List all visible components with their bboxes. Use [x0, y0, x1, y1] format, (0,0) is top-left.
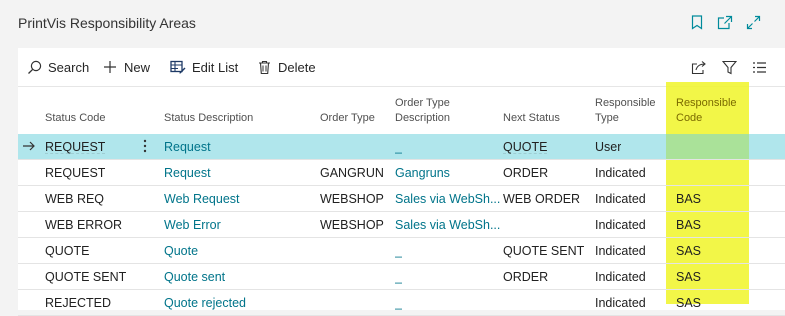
header-row: Status Code Status Description Order Typ… — [18, 86, 785, 134]
status-code-cell[interactable]: WEB REQ — [45, 192, 104, 206]
responsible-type-cell: Indicated — [595, 192, 646, 206]
status-description-cell[interactable]: Request — [164, 140, 211, 154]
status-code-cell[interactable]: REJECTED — [45, 296, 111, 310]
row-menu-icon[interactable] — [140, 138, 150, 154]
table-row[interactable]: QUOTE Quote _ QUOTE SENT Indicated SAS — [18, 238, 785, 264]
table-row[interactable]: WEB ERROR Web Error WEBSHOP Sales via We… — [18, 212, 785, 238]
col-responsible-code[interactable]: Responsible Code — [676, 96, 737, 126]
responsible-code-cell: SAS — [676, 296, 702, 310]
responsible-type-cell: Indicated — [595, 296, 646, 310]
status-description-cell[interactable]: Quote — [164, 244, 198, 258]
table-row[interactable]: REJECTED Quote rejected _ Indicated SAS — [18, 290, 785, 316]
order-type-description-cell[interactable]: Sales via WebSh... — [395, 218, 500, 232]
order-type-cell: WEBSHOP — [320, 218, 384, 232]
table-row[interactable]: WEB REQ Web Request WEBSHOP Sales via We… — [18, 186, 785, 212]
order-type-cell: GANGRUN — [320, 166, 384, 180]
page-title: PrintVis Responsibility Areas — [18, 15, 196, 31]
list-view-icon[interactable] — [751, 59, 767, 75]
col-next-status[interactable]: Next Status — [503, 111, 560, 126]
col-responsible-type[interactable]: Responsible Type — [595, 96, 656, 126]
status-description-cell[interactable]: Quote rejected — [164, 296, 246, 310]
responsible-type-cell: Indicated — [595, 166, 646, 180]
title-bar: PrintVis Responsibility Areas — [0, 0, 785, 48]
share-icon[interactable] — [691, 59, 707, 75]
delete-label: Delete — [278, 59, 316, 75]
edit-list-label: Edit List — [192, 59, 239, 75]
status-code-cell[interactable]: QUOTE SENT — [45, 270, 126, 284]
responsible-code-cell: BAS — [676, 218, 702, 232]
responsible-type-cell: Indicated — [595, 270, 646, 284]
order-type-description-cell[interactable]: Sales via WebSh... — [395, 192, 500, 206]
responsible-type-cell: Indicated — [595, 218, 646, 232]
open-new-window-icon[interactable] — [717, 14, 733, 30]
responsibility-grid: Status Code Status Description Order Typ… — [18, 86, 785, 316]
new-label: New — [124, 59, 151, 75]
status-code-cell[interactable]: QUOTE — [45, 244, 89, 258]
title-actions — [689, 14, 761, 30]
status-code-cell[interactable]: REQUEST — [45, 140, 105, 154]
order-type-description-cell[interactable]: Gangruns — [395, 166, 450, 180]
edit-list-button[interactable]: Edit List — [170, 59, 238, 75]
row-arrow-icon — [23, 141, 35, 151]
order-type-description-cell[interactable]: _ — [395, 244, 402, 258]
col-status-description[interactable]: Status Description — [164, 111, 253, 126]
responsible-code-cell: BAS — [676, 192, 702, 206]
table-row[interactable]: REQUEST Request _ QUOTE User — [18, 134, 785, 160]
next-status-cell: QUOTE SENT — [503, 244, 585, 258]
plus-icon — [102, 59, 118, 75]
status-description-cell[interactable]: Web Error — [164, 218, 221, 232]
expand-icon[interactable] — [745, 14, 761, 30]
delete-icon — [256, 59, 272, 75]
responsible-code-cell: SAS — [676, 244, 702, 258]
search-icon — [26, 59, 42, 75]
status-description-cell[interactable]: Request — [164, 166, 211, 180]
delete-button[interactable]: Delete — [256, 59, 316, 75]
search-label: Search — [48, 59, 90, 75]
status-description-cell[interactable]: Web Request — [164, 192, 240, 206]
next-status-cell: ORDER — [503, 166, 549, 180]
table-row[interactable]: QUOTE SENT Quote sent _ ORDER Indicated … — [18, 264, 785, 290]
order-type-description-cell[interactable]: _ — [395, 140, 402, 154]
status-description-cell[interactable]: Quote sent — [164, 270, 225, 284]
col-order-type-description[interactable]: Order Type Description — [395, 96, 450, 126]
new-button[interactable]: New — [102, 59, 150, 75]
status-code-cell[interactable]: REQUEST — [45, 166, 105, 180]
responsible-code-cell: SAS — [676, 270, 702, 284]
next-status-cell: WEB ORDER — [503, 192, 581, 206]
responsible-type-cell: Indicated — [595, 244, 646, 258]
table-row[interactable]: REQUEST Request GANGRUN Gangruns ORDER I… — [18, 160, 785, 186]
order-type-description-cell[interactable]: _ — [395, 296, 402, 310]
next-status-cell: ORDER — [503, 270, 549, 284]
col-status-code[interactable]: Status Code — [45, 111, 106, 126]
order-type-description-cell[interactable]: _ — [395, 270, 402, 284]
filter-icon[interactable] — [721, 59, 737, 75]
status-code-cell[interactable]: WEB ERROR — [45, 218, 122, 232]
bookmark-icon[interactable] — [689, 14, 705, 30]
list-tools — [691, 59, 767, 75]
col-order-type[interactable]: Order Type — [320, 111, 375, 126]
list-panel: Search New Edit List Delete Status Code … — [18, 48, 785, 316]
search-button[interactable]: Search — [26, 59, 89, 75]
responsible-type-cell: User — [595, 140, 622, 154]
next-status-cell[interactable]: QUOTE — [503, 140, 547, 154]
order-type-cell: WEBSHOP — [320, 192, 384, 206]
edit-list-icon — [170, 59, 186, 75]
